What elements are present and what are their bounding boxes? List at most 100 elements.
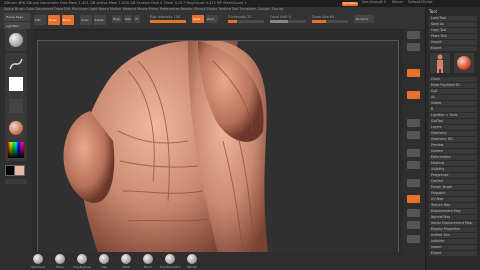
edit-button[interactable]: Edit xyxy=(34,15,46,25)
home-page-button[interactable]: Home Page xyxy=(4,13,30,21)
see-through-label[interactable]: See-through 0 xyxy=(362,0,386,4)
scale-label: Scale xyxy=(81,18,89,22)
alpha-button[interactable] xyxy=(5,73,27,95)
brush-sphere-icon[interactable] xyxy=(121,254,131,264)
stroke-button[interactable] xyxy=(5,53,27,75)
rgb-button[interactable]: Rgb xyxy=(124,15,132,23)
tray-item[interactable]: Load Tool xyxy=(429,16,477,21)
rgb-intensity-slider[interactable] xyxy=(150,20,186,23)
zoom-button[interactable] xyxy=(407,91,420,99)
tray-item[interactable]: Import xyxy=(429,40,477,45)
tool-thumbnail-body[interactable] xyxy=(430,53,450,73)
standard-brush-button[interactable] xyxy=(5,29,27,51)
brush-sphere-icon[interactable] xyxy=(55,254,65,264)
brush-sphere-icon[interactable] xyxy=(33,254,43,264)
tray-item[interactable]: Make PolyMesh3D xyxy=(429,83,477,88)
scale-view-button[interactable] xyxy=(407,221,420,229)
tray-item[interactable]: Copy Tool xyxy=(429,28,477,33)
z-intensity-slider[interactable] xyxy=(228,20,264,23)
tray-item[interactable]: Initialize xyxy=(429,239,477,244)
draw-label: Draw xyxy=(49,18,57,22)
scale-button[interactable]: Scale xyxy=(80,15,92,25)
tray-item[interactable]: Export xyxy=(429,46,477,51)
frame-button[interactable] xyxy=(407,195,420,203)
tray-item[interactable]: Save As xyxy=(429,22,477,27)
bpr-button[interactable] xyxy=(407,31,420,39)
tray-item[interactable]: Clone xyxy=(429,77,477,82)
tray-item[interactable]: Layers xyxy=(429,125,477,130)
tray-item[interactable]: Export xyxy=(429,251,477,256)
tray-item[interactable]: SubTool xyxy=(429,119,477,124)
mrgb-button[interactable]: Mrgb xyxy=(112,15,122,23)
move-view-button[interactable] xyxy=(407,209,420,217)
dynamic-button[interactable]: Dynamic xyxy=(354,15,374,23)
tray-item[interactable]: All xyxy=(429,95,477,100)
local-button[interactable] xyxy=(407,179,420,187)
tray-item[interactable]: Normal Map xyxy=(429,215,477,220)
tray-item[interactable]: Polypaint xyxy=(429,191,477,196)
quicksave-button[interactable]: QuickSave xyxy=(342,2,358,6)
draw-size-slider[interactable] xyxy=(312,20,348,23)
tray-item[interactable]: Masking xyxy=(429,161,477,166)
draw-size-fill xyxy=(312,20,327,23)
tray-item[interactable]: Geometry xyxy=(429,131,477,136)
tray-item[interactable]: Morph Target xyxy=(429,185,477,190)
tray-item[interactable]: Surface xyxy=(429,149,477,154)
focal-shift-fill xyxy=(270,20,288,23)
move-button[interactable]: Move xyxy=(62,15,74,25)
tray-item[interactable]: Contact xyxy=(429,179,477,184)
alpha-icon xyxy=(9,77,23,91)
material-button[interactable] xyxy=(5,117,27,139)
rotate-view-button[interactable] xyxy=(407,235,420,243)
tray-item[interactable]: R xyxy=(429,107,477,112)
aahalf-button[interactable] xyxy=(407,131,420,139)
focal-shift-slider[interactable] xyxy=(270,20,306,23)
floor-button[interactable] xyxy=(407,161,420,169)
menus-label[interactable]: Menus xyxy=(392,0,403,4)
spix-button[interactable] xyxy=(407,43,420,51)
move-label: Move xyxy=(63,18,71,22)
tray-item[interactable]: Import xyxy=(429,245,477,250)
tray-item[interactable]: GoZ xyxy=(429,89,477,94)
brush-sphere-icon[interactable] xyxy=(99,254,109,264)
rotate-button[interactable]: Rotate xyxy=(94,15,106,25)
scroll-button[interactable] xyxy=(407,69,420,77)
brush-sphere-icon[interactable] xyxy=(77,254,87,264)
brush-sphere-icon[interactable] xyxy=(143,254,153,264)
main-color-swatch[interactable] xyxy=(14,165,25,176)
zsub-button[interactable]: Zsub xyxy=(206,15,218,23)
draw-button[interactable]: Draw xyxy=(48,15,60,25)
tray-item[interactable]: Vector Displacement Map xyxy=(429,221,477,226)
tray-item[interactable]: Deformation xyxy=(429,155,477,160)
lightbox-label: LightBox xyxy=(6,24,20,28)
tray-item[interactable]: Displacement Map xyxy=(429,209,477,214)
tray-item[interactable]: Texture Map xyxy=(429,203,477,208)
tray-item[interactable]: Preview xyxy=(429,143,477,148)
actual-button[interactable] xyxy=(407,119,420,127)
brush-sphere-icon[interactable] xyxy=(165,254,175,264)
tray-item[interactable]: Polygroups xyxy=(429,173,477,178)
script-label[interactable]: DefaultZScript xyxy=(408,0,433,4)
document-canvas[interactable] xyxy=(37,40,399,254)
zadd-button[interactable]: Zadd xyxy=(192,15,204,23)
switch-color-button[interactable] xyxy=(5,179,27,184)
m-button[interactable]: M xyxy=(134,15,140,23)
tray-item[interactable]: Paste Tool xyxy=(429,34,477,39)
tray-item[interactable]: Geometry HD xyxy=(429,137,477,142)
tray-item[interactable]: Unified Skin xyxy=(429,233,477,238)
top-toolbar: Alpha Brush Color Document Draw Edit Fil… xyxy=(0,0,480,30)
color-picker-button[interactable] xyxy=(5,139,27,161)
tray-item[interactable]: UV Map xyxy=(429,197,477,202)
brush-sphere-icon[interactable] xyxy=(187,254,197,264)
rotate-label: Rotate xyxy=(94,18,104,22)
tool-thumbnail-sphere[interactable] xyxy=(454,53,474,73)
texture-button[interactable] xyxy=(5,95,27,117)
tray-item[interactable]: Lightbox > Tools xyxy=(429,113,477,118)
muscle-model-render xyxy=(38,41,398,253)
menu-row[interactable]: Alpha Brush Color Document Draw Edit Fil… xyxy=(4,7,283,11)
tray-item[interactable]: Visible xyxy=(429,101,477,106)
tray-item[interactable]: Visibility xyxy=(429,167,477,172)
color-picker-icon xyxy=(8,142,24,158)
tray-item[interactable]: Display Properties xyxy=(429,227,477,232)
persp-button[interactable] xyxy=(407,149,420,157)
